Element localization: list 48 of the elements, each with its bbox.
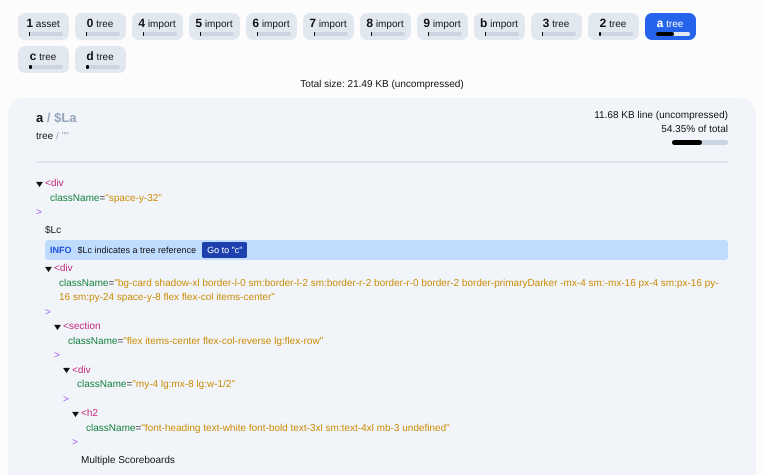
chunk-size: 11.68 KB line (uncompressed) — [594, 110, 728, 121]
total-size: Total size: 21.49 KB (uncompressed) — [300, 79, 464, 90]
caret-down-icon[interactable] — [45, 266, 52, 273]
separator: / — [56, 131, 59, 142]
chunk-tab[interactable]: 8 import — [360, 13, 411, 40]
chunk-tab[interactable]: 3 tree — [531, 13, 582, 40]
info-label: INFO — [50, 244, 72, 257]
tag-close: > — [72, 437, 78, 448]
tag-close: > — [45, 306, 51, 318]
tag-name: <div — [45, 177, 64, 191]
tag-name: <div — [54, 262, 73, 276]
caret-down-icon[interactable] — [36, 180, 43, 188]
chunk-tab[interactable]: d tree — [75, 46, 126, 73]
caret-down-icon[interactable] — [54, 324, 61, 331]
text-content: Multiple Scoreboards — [81, 454, 175, 466]
tag-close: > — [54, 350, 60, 361]
tag-close: > — [63, 394, 69, 404]
caret-down-icon[interactable] — [63, 367, 70, 374]
chunk-tab[interactable]: 6 import — [246, 13, 297, 40]
attribute: className="space-y-32" — [49, 192, 163, 206]
chunk-ref: $La — [54, 110, 77, 125]
chunk-tab[interactable]: 4 import — [132, 13, 183, 40]
chunk-tab[interactable]: 5 import — [189, 13, 240, 40]
attribute: className="flex items-center flex-col-reverse lg:flex-row" — [67, 334, 324, 348]
chunk-key: "" — [62, 131, 69, 142]
chunk-tab[interactable]: 9 import — [417, 13, 468, 40]
chunk-tab[interactable]: b import — [474, 13, 525, 40]
attribute: className="my-4 lg:mx-8 lg:w-1/2" — [76, 378, 236, 392]
tag-name: <section — [63, 320, 101, 334]
chunk-id: a — [36, 110, 44, 125]
chunk-tab[interactable]: 0 tree — [75, 13, 126, 40]
chunk-share: 54.35% of total — [661, 124, 728, 135]
attribute: className="bg-card shadow-xl border-l-0 sm:border-l-2 sm:border-r-2 border-r-0 border-2 border-primaryDarker -mx-4 sm:-mx-16 px-4 sm:px-16 py-16 sm:py-24 space-y-8 flex flex-col items-center" — [58, 276, 720, 305]
tag-name: <h2 — [81, 407, 98, 421]
chunk-tab[interactable]: c tree — [18, 46, 69, 73]
attribute: className="font-heading text-white font-bold text-3xl sm:text-4xl mb-3 undefined" — [85, 422, 451, 436]
separator: / — [46, 110, 50, 125]
tag-name: <div — [72, 364, 91, 378]
chunk-tab[interactable]: 1 asset — [18, 13, 69, 40]
chunk-kind: tree — [36, 131, 54, 142]
goto-button[interactable]: Go to "c" — [202, 242, 248, 258]
caret-down-icon[interactable] — [72, 410, 79, 418]
info-message: $Lc indicates a tree reference — [78, 244, 196, 257]
chunk-tab[interactable]: 2 tree — [588, 13, 639, 40]
tag-close: > — [36, 207, 42, 218]
chunk-tab[interactable]: 7 import — [303, 13, 354, 40]
text-content: $Lc — [45, 224, 62, 236]
chunk-tab[interactable]: a tree — [645, 13, 696, 40]
